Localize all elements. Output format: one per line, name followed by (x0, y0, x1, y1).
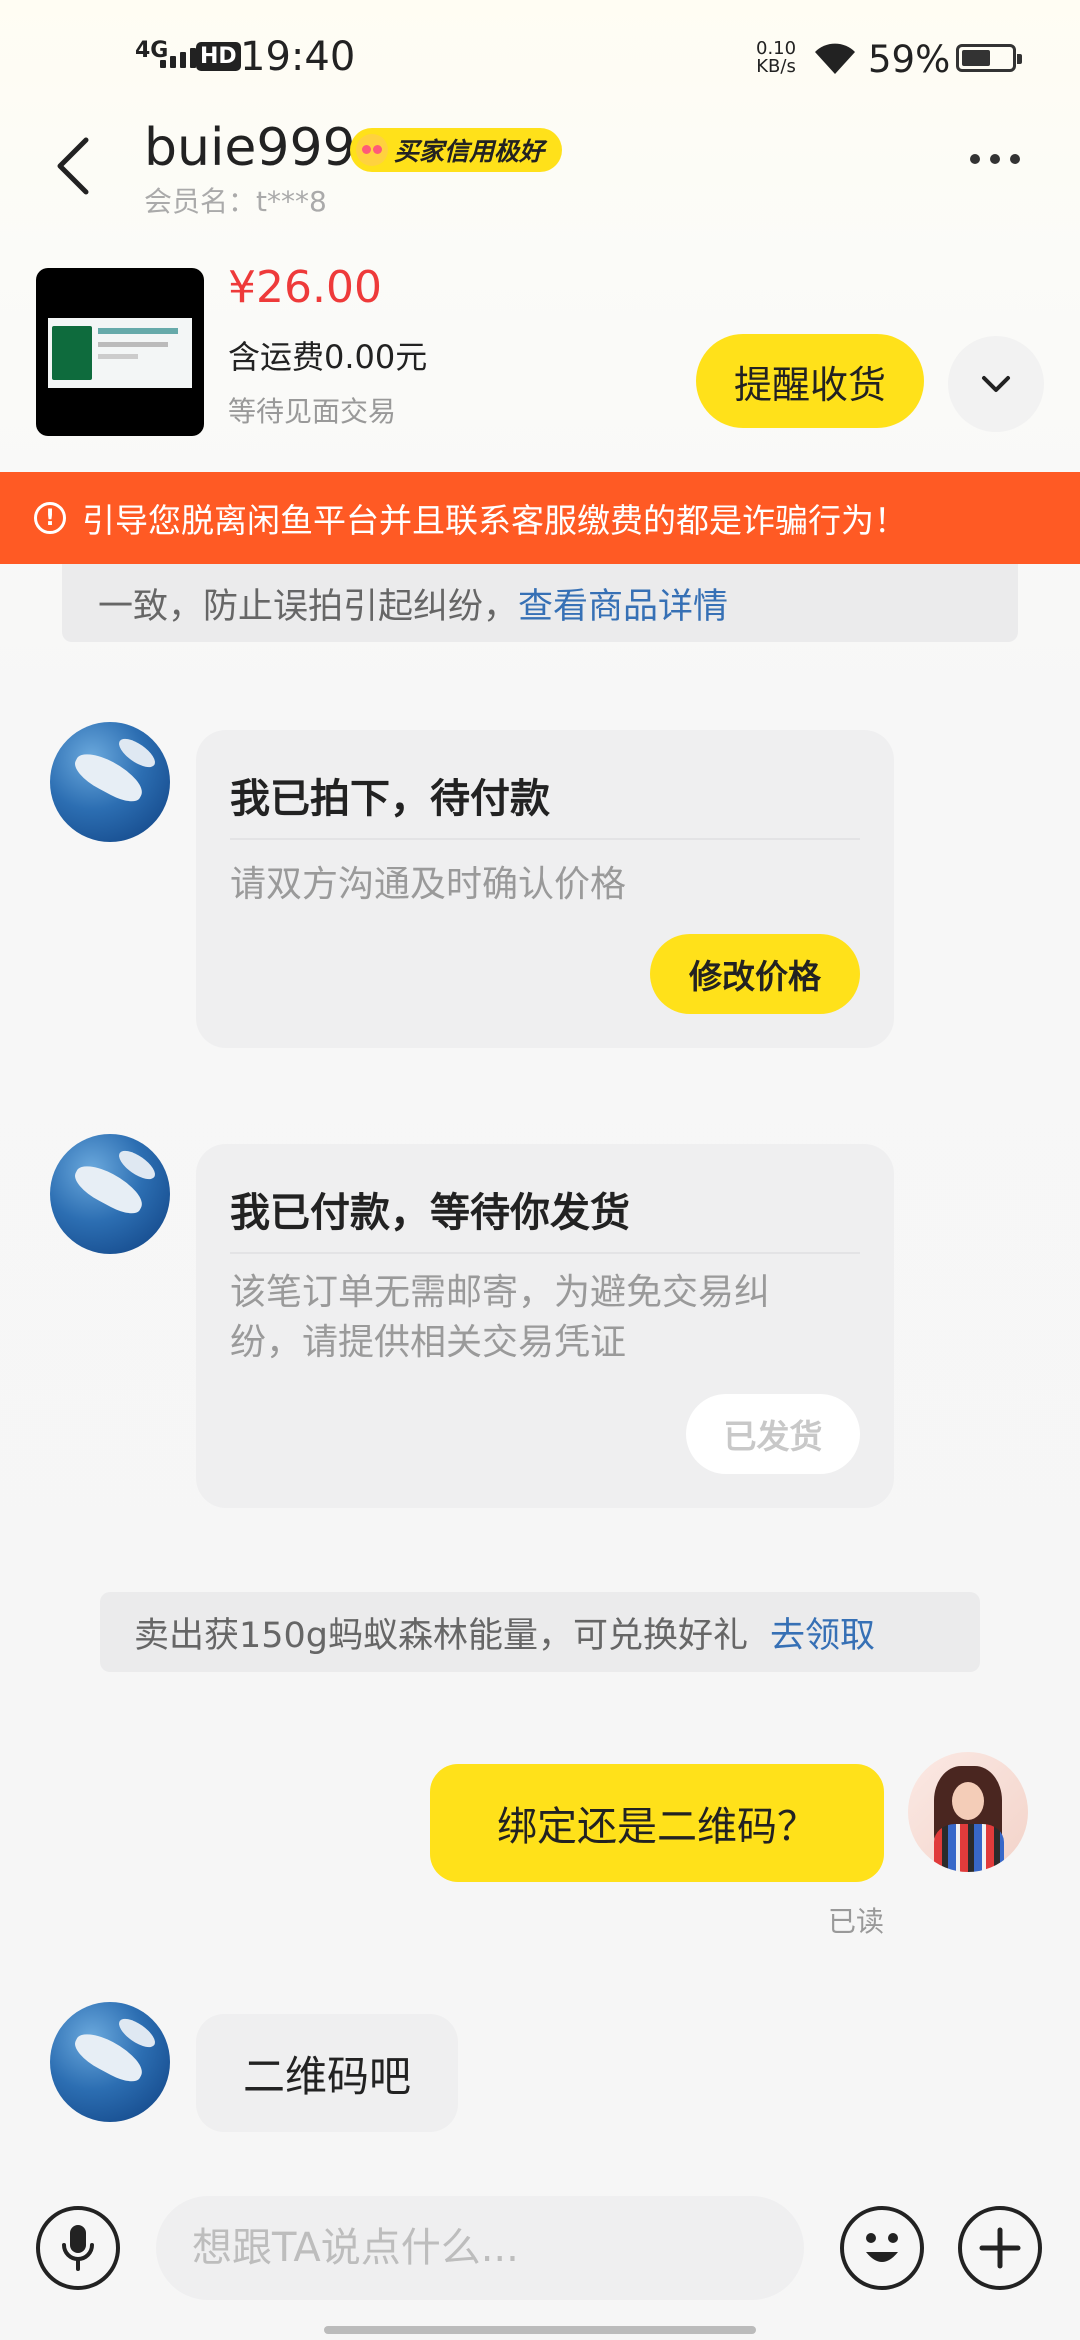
read-status: 已读 (828, 1905, 885, 1938)
their-message-bubble[interactable]: 二维码吧 (196, 2014, 458, 2132)
order-card-awaiting-payment: 我已拍下，待付款 请双方沟通及时确认价格 修改价格 (196, 730, 894, 1048)
heart-eyes-icon (356, 134, 388, 166)
back-icon[interactable] (52, 136, 96, 196)
battery-fill (962, 50, 990, 66)
seller-name: buie999 (144, 118, 356, 178)
chevron-down-icon (982, 376, 1010, 392)
energy-reward-notice: 卖出获150g蚂蚁森林能量，可兑换好礼 去领取 (100, 1592, 980, 1672)
voice-button[interactable] (36, 2206, 120, 2290)
shipping-fee: 含运费0.00元 (228, 338, 428, 376)
remind-receipt-button[interactable]: 提醒收货 (696, 334, 924, 428)
plus-icon (979, 2227, 1021, 2269)
expand-button[interactable] (948, 336, 1044, 432)
home-indicator[interactable] (324, 2326, 756, 2334)
view-product-details-link[interactable]: 查看商品详情 (518, 578, 728, 629)
credit-badge[interactable]: 买家信用极好 (350, 128, 563, 172)
network-speed: 0.10 KB/s (756, 40, 796, 76)
order-status: 等待见面交易 (228, 395, 397, 428)
member-name: 会员名：t***8 (144, 185, 327, 218)
my-avatar[interactable] (908, 1752, 1028, 1872)
mic-icon (62, 2225, 94, 2271)
system-notice: 一致，防止误拍引起纠纷， 查看商品详情 (62, 564, 1018, 642)
buyer-avatar[interactable] (50, 1134, 170, 1254)
modify-price-button[interactable]: 修改价格 (650, 934, 860, 1014)
battery-icon (956, 44, 1022, 72)
order-card-paid: 我已付款，等待你发货 该笔订单无需邮寄，为避免交易纠纷，请提供相关交易凭证 已发… (196, 1144, 894, 1508)
buyer-avatar[interactable] (50, 2002, 170, 2122)
card-title: 我已付款，等待你发货 (230, 1190, 630, 1236)
message-input[interactable] (156, 2196, 804, 2300)
claim-reward-link[interactable]: 去领取 (770, 1607, 875, 1658)
fraud-warning-banner: ! 引导您脱离闲鱼平台并且联系客服缴费的都是诈骗行为！ (0, 472, 1080, 564)
product-thumbnail[interactable] (36, 268, 204, 436)
signal-icon (160, 48, 196, 68)
fraud-warning-text: 引导您脱离闲鱼平台并且联系客服缴费的都是诈骗行为！ (82, 501, 907, 540)
my-message-bubble[interactable]: 绑定还是二维码？ (430, 1764, 884, 1882)
warning-icon: ! (34, 502, 66, 534)
energy-reward-text: 卖出获150g蚂蚁森林能量，可兑换好礼 (134, 1615, 749, 1656)
clock: 19:40 (240, 34, 356, 80)
card-title: 我已拍下，待付款 (230, 776, 550, 822)
network-speed-unit: KB/s (756, 56, 796, 77)
product-price: ¥26.00 (228, 262, 382, 313)
system-notice-text: 一致，防止误拍引起纠纷， (98, 586, 519, 627)
card-description: 该笔订单无需邮寄，为避免交易纠纷，请提供相关交易凭证 (230, 1272, 771, 1363)
wifi-icon (815, 43, 855, 74)
more-actions-button[interactable] (958, 2206, 1042, 2290)
battery-percent: 59% (868, 38, 951, 81)
card-description: 请双方沟通及时确认价格 (230, 864, 627, 905)
more-icon[interactable] (970, 154, 1020, 164)
buyer-avatar[interactable] (50, 722, 170, 842)
emoji-button[interactable] (840, 2206, 924, 2290)
credit-badge-label: 买家信用极好 (394, 137, 545, 166)
emoji-icon (866, 2233, 898, 2262)
shipped-button[interactable]: 已发货 (686, 1394, 860, 1474)
hd-badge: HD (196, 42, 241, 71)
status-bar: 4G HD 19:40 0.10 KB/s 59% (0, 0, 1080, 110)
